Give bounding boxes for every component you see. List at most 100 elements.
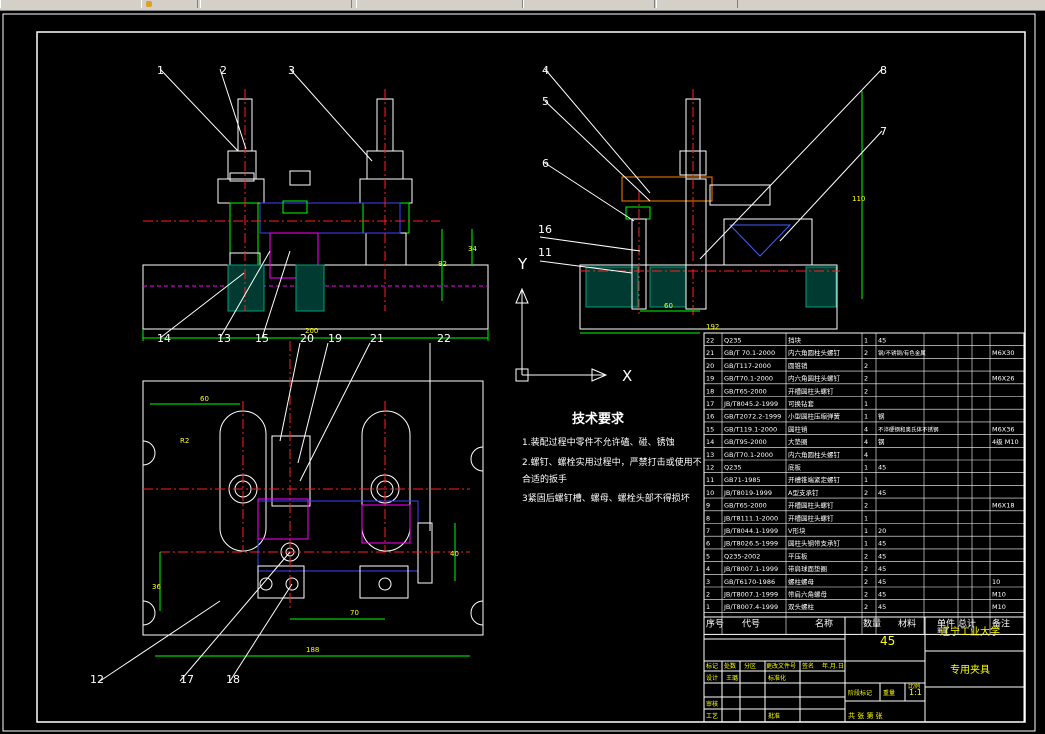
bom-cell: JB/T8007.4-1999 (723, 603, 778, 611)
bom-cell: 2 (864, 349, 868, 357)
callout-4: 4 (542, 64, 549, 77)
bom-header-cell: 材料 (898, 617, 916, 629)
callout-18: 18 (226, 673, 240, 686)
bom-cell: GB/T117-2000 (724, 362, 771, 370)
bom-cell: 2 (864, 502, 868, 510)
dim-plan-40: 40 (450, 550, 459, 558)
bom-cell: 4 (864, 438, 868, 446)
technical-requirements: 技术要求 1.装配过程中零件不允许磕、碰、锈蚀 2.螺钉、螺栓实用过程中，严禁打… (522, 411, 702, 504)
bom-cell: 钢 (878, 438, 885, 446)
tb-date: 年.月.日 (822, 662, 844, 670)
tb-approve: 批准 (768, 712, 780, 720)
toolbar-icons[interactable] (141, 0, 198, 8)
cad-drawing-canvas[interactable]: Y X 1 2 3 4 5 6 7 8 11 12 13 14 15 16 17… (0, 11, 1045, 734)
callout-16: 16 (538, 223, 552, 236)
bom-cell: 45 (878, 464, 886, 472)
bom-cell: A型支承钉 (788, 488, 819, 497)
bom-cell: 2 (864, 603, 868, 611)
dim-front-width: 200 (305, 327, 318, 335)
tb-review: 审核 (706, 700, 718, 708)
bom-cell: 内六角圆柱头螺钉 (788, 450, 841, 459)
bom-cell: 钢 (878, 413, 885, 421)
tb-standard: 标准化 (768, 674, 786, 682)
color-dropdown[interactable] (356, 0, 523, 8)
bom-cell: 圆柱销 (788, 424, 808, 433)
callout-13: 13 (217, 332, 231, 345)
bom-cell: 14 (706, 438, 714, 446)
bom-cell: 45 (878, 578, 886, 586)
bom-cell: GB/T70.1-2000 (724, 451, 773, 459)
axis-x-label: X (622, 367, 632, 385)
tb-ratio: 比例 (908, 682, 920, 690)
lineweight-dropdown[interactable] (656, 0, 738, 8)
bom-cell: 11 (706, 476, 714, 484)
linetype-dropdown[interactable] (523, 0, 655, 8)
callout-15: 15 (255, 332, 269, 345)
bom-cell: 8 (706, 514, 710, 522)
callout-5: 5 (542, 95, 549, 108)
bom-cell: 2 (706, 591, 710, 599)
bom-cell: 圆柱头钢带支承钉 (788, 539, 841, 548)
toolbar-field[interactable] (0, 0, 142, 8)
bom-cell: 3 (706, 578, 710, 586)
bom-cell: 10 (706, 489, 714, 497)
bom-cell: 21 (706, 349, 714, 357)
tech-line-1: 1.装配过程中零件不允许磕、碰、锈蚀 (522, 436, 675, 448)
bom-cell: JB/T8026.5-1999 (723, 540, 778, 548)
front-view (142, 89, 489, 341)
bom-cell: 19 (706, 375, 714, 383)
bom-cell: 7 (706, 527, 710, 535)
bom-cell: 45 (878, 603, 886, 611)
dim-front-h2: 34 (468, 245, 477, 253)
bom-cell: 不淬硬钢和奥氏体不锈钢 (878, 425, 939, 433)
bom-cell: 45 (878, 565, 886, 573)
layer-dropdown[interactable] (200, 0, 352, 8)
dim-plan-36: 36 (152, 583, 161, 591)
layer-icon (146, 1, 152, 7)
bom-cell: 45 (878, 552, 886, 560)
callout-7: 7 (880, 125, 887, 138)
bom-cell: M6X36 (992, 425, 1014, 433)
bom-cell: GB/T70.1-2000 (724, 375, 773, 383)
bom-cell: 45 (878, 591, 886, 599)
tb-designer: 王璐 (726, 674, 738, 682)
bom-cell: 钢/不锈钢/有色金属 (878, 349, 926, 357)
callout-14: 14 (157, 332, 171, 345)
bom-cell: 螺柱螺母 (788, 577, 815, 586)
bom-cell: 45 (878, 337, 886, 345)
bom-cell: GB/T119.1-2000 (724, 425, 777, 433)
callout-12: 12 (90, 673, 104, 686)
bom-cell: JB/T8044.1-1999 (723, 527, 778, 535)
bom-cell: 45 (878, 540, 886, 548)
tech-line-3: 合适的扳手 (522, 473, 567, 485)
bom-cell: M10 (992, 591, 1006, 599)
bom-cell: 开槽圆柱头螺钉 (788, 501, 834, 510)
bom-cell: 大垫圈 (788, 437, 808, 446)
bom-cell: 1 (864, 464, 868, 472)
bom-cell: 10 (992, 578, 1000, 586)
bom-cell: 4级 M10 (992, 437, 1019, 446)
bom-cell: 挡块 (788, 336, 802, 345)
tech-line-2: 2.螺钉、螺栓实用过程中，严禁打击或使用不 (522, 456, 702, 468)
bom-header-cell: 代号 (742, 618, 760, 629)
bom-cell: 2 (864, 387, 868, 395)
bom-cell: 45 (878, 489, 886, 497)
window-toolbar (0, 0, 1045, 11)
bom-cell: M6X26 (992, 375, 1014, 383)
side-view (579, 89, 863, 334)
bill-of-materials: 22 Q235 挡块 1 4521 GB/T 70.1-2000 内六角圆柱头螺钉 2 钢/不锈… (703, 332, 1025, 635)
bom-cell: GB/T6170-1986 (724, 578, 775, 586)
bom-cell: 开槽锥端紧定螺钉 (788, 475, 841, 484)
callout-3: 3 (288, 64, 295, 77)
callout-8: 8 (880, 64, 887, 77)
bom-cell: 底板 (788, 463, 802, 472)
bom-cell: 1 (864, 337, 868, 345)
tb-sign: 签名 (802, 662, 814, 670)
bom-cell: 1 (864, 540, 868, 548)
bom-cell: 12 (706, 464, 714, 472)
bom-cell: 18 (706, 387, 714, 395)
bom-cell: GB/T95-2000 (724, 438, 767, 446)
bom-cell: 带肩六角螺母 (788, 590, 828, 599)
bom-cell: 双头螺柱 (788, 602, 815, 611)
callout-2: 2 (220, 64, 227, 77)
